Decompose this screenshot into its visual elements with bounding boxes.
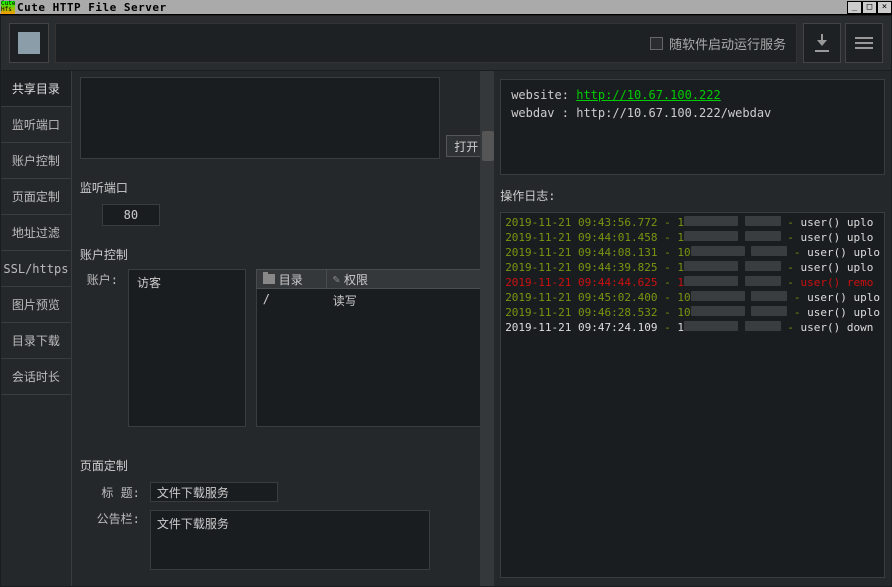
window-title: Cute HTTP File Server [17,1,167,14]
redacted [684,261,738,271]
perm-header-dir[interactable]: 目录 [257,270,327,288]
perm-header-mode[interactable]: ✎ 权限 [327,270,485,288]
sidebar-item-ssl[interactable]: SSL/https [1,251,71,287]
stop-icon [18,32,40,54]
redacted [745,321,781,331]
log-line: 2019-11-21 09:44:44.625 - 1 - user() rem… [505,275,880,290]
redacted [745,216,781,226]
url-box: website: http://10.67.100.222 webdav : h… [500,79,885,175]
account-section-title: 账户控制 [80,246,486,263]
website-link[interactable]: http://10.67.100.222 [576,88,721,102]
log-line: 2019-11-21 09:44:01.458 - 1 - user() upl… [505,230,880,245]
log-line: 2019-11-21 09:47:24.109 - 1 - user() dow… [505,320,880,335]
log-line: 2019-11-21 09:43:56.772 - 1 - user() upl… [505,215,880,230]
redacted [684,321,738,331]
checkbox-icon [650,37,663,50]
sidebar-item-session[interactable]: 会话时长 [1,359,71,395]
redacted [691,246,745,256]
sidebar-item-addrfilter[interactable]: 地址过滤 [1,215,71,251]
info-panel: website: http://10.67.100.222 webdav : h… [494,71,891,586]
log-line: 2019-11-21 09:46:28.532 - 10 - user() up… [505,305,880,320]
page-section-title: 页面定制 [80,457,486,474]
share-dir-list[interactable] [80,77,441,159]
menu-button[interactable] [845,23,883,63]
redacted [751,246,787,256]
close-button[interactable]: × [877,1,892,14]
download-button[interactable] [803,23,841,63]
page-title-label: 标 题: [80,484,140,501]
main-area: 共享目录 监听端口 账户控制 页面定制 地址过滤 SSL/https 图片预览 … [0,71,892,587]
port-section-title: 监听端口 [80,179,486,196]
hamburger-icon [855,37,873,39]
minimize-button[interactable]: _ [847,1,862,14]
perm-row[interactable]: / 读写 [257,289,485,312]
log-line: 2019-11-21 09:44:39.825 - 1 - user() upl… [505,260,880,275]
redacted [751,291,787,301]
folder-icon [263,274,275,284]
redacted [745,261,781,271]
announce-input[interactable]: 文件下载服务 [150,510,430,570]
autostart-checkbox[interactable]: 随软件启动运行服务 [650,34,786,53]
wrench-icon: ✎ [333,272,340,286]
account-label: 账户: [80,269,118,427]
sidebar-item-page[interactable]: 页面定制 [1,179,71,215]
redacted [684,231,738,241]
stop-server-button[interactable] [9,23,49,63]
redacted [745,276,781,286]
log-line: 2019-11-21 09:44:08.131 - 10 - user() up… [505,245,880,260]
permission-table: 目录 ✎ 权限 / 读写 [256,269,486,427]
autostart-label: 随软件启动运行服务 [669,34,786,53]
log-label: 操作日志: [500,187,885,204]
sidebar-item-port[interactable]: 监听端口 [1,107,71,143]
app-icon: CuteHfs [1,1,15,14]
account-item[interactable]: 访客 [137,274,237,291]
sidebar-item-account[interactable]: 账户控制 [1,143,71,179]
maximize-button[interactable]: □ [862,1,877,14]
announce-label: 公告栏: [80,510,140,527]
download-icon [813,34,831,52]
redacted [684,276,738,286]
window-titlebar: CuteHfs Cute HTTP File Server _ □ × [0,0,892,15]
account-list[interactable]: 访客 [128,269,246,427]
sidebar: 共享目录 监听端口 账户控制 页面定制 地址过滤 SSL/https 图片预览 … [1,71,72,586]
redacted [684,216,738,226]
sidebar-item-share[interactable]: 共享目录 [1,71,71,107]
log-box[interactable]: 2019-11-21 09:43:56.772 - 1 - user() upl… [500,212,885,578]
log-line: 2019-11-21 09:45:02.400 - 10 - user() up… [505,290,880,305]
sidebar-item-dirdownload[interactable]: 目录下载 [1,323,71,359]
webdav-url: http://10.67.100.222/webdav [576,106,771,120]
settings-panel: 打开 监听端口 账户控制 账户: 访客 目录 ✎ 权限 [72,71,494,586]
redacted [691,306,745,316]
redacted [745,231,781,241]
settings-scrollbar[interactable] [480,71,494,586]
sidebar-item-imgpreview[interactable]: 图片预览 [1,287,71,323]
redacted [691,291,745,301]
toolbar: 随软件启动运行服务 [0,15,892,71]
page-title-input[interactable] [150,482,278,502]
port-input[interactable] [102,204,160,226]
redacted [751,306,787,316]
